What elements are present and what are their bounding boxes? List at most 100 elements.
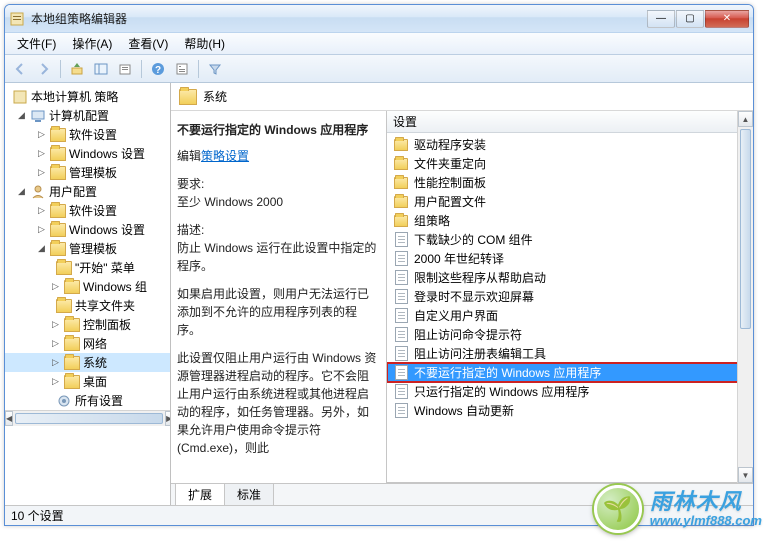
scroll-thumb[interactable]	[740, 129, 751, 329]
list-row[interactable]: 限制这些程序从帮助启动	[387, 268, 752, 287]
folder-icon	[56, 261, 72, 275]
up-button[interactable]	[66, 58, 88, 80]
list-row[interactable]: 自定义用户界面	[387, 306, 752, 325]
list-item-label: 用户配置文件	[414, 193, 486, 210]
menubar: 文件(F) 操作(A) 查看(V) 帮助(H)	[5, 33, 753, 55]
user-icon	[30, 184, 46, 200]
expander-expand-icon[interactable]: ▷	[50, 338, 61, 349]
folder-icon	[50, 166, 66, 180]
list-row[interactable]: 只运行指定的 Windows 应用程序	[387, 382, 752, 401]
list-vertical-scrollbar[interactable]: ▲ ▼	[737, 111, 753, 483]
edit-policy-link[interactable]: 策略设置	[201, 149, 249, 163]
forward-button[interactable]	[33, 58, 55, 80]
tree-horizontal-scrollbar[interactable]: ◀ ▶	[5, 410, 170, 426]
properties-button[interactable]	[171, 58, 193, 80]
list-item-label: 只运行指定的 Windows 应用程序	[414, 383, 589, 400]
list-row[interactable]: 2000 年世纪转译	[387, 249, 752, 268]
tree-cc-windows[interactable]: ▷Windows 设置	[5, 144, 170, 163]
tab-extended[interactable]: 扩展	[175, 484, 225, 506]
scroll-down-button[interactable]: ▼	[738, 467, 753, 483]
tree-root[interactable]: 本地计算机 策略	[5, 87, 170, 106]
tree-system[interactable]: ▷系统	[5, 353, 170, 372]
tree-uc-software[interactable]: ▷软件设置	[5, 201, 170, 220]
list-row[interactable]: 阻止访问命令提示符	[387, 325, 752, 344]
tree-user-config[interactable]: ◢用户配置	[5, 182, 170, 201]
list-row[interactable]: 驱动程序安装	[387, 135, 752, 154]
expander-collapse-icon[interactable]: ◢	[36, 243, 47, 254]
help-button[interactable]: ?	[147, 58, 169, 80]
folder-icon	[393, 156, 409, 172]
description-label: 描述:	[177, 221, 378, 239]
requirements-label: 要求:	[177, 175, 378, 193]
status-text: 10 个设置	[11, 507, 64, 524]
list-item-label: 下载缺少的 COM 组件	[414, 231, 533, 248]
scroll-left-button[interactable]: ◀	[5, 411, 13, 426]
minimize-button[interactable]: —	[647, 10, 675, 28]
description-p3: 此设置仅阻止用户运行由 Windows 资源管理器进程启动的程序。它不会阻止用户…	[177, 349, 378, 457]
setting-icon	[393, 384, 409, 400]
list-row[interactable]: 组策略	[387, 211, 752, 230]
folder-icon	[393, 137, 409, 153]
expander-expand-icon[interactable]: ▷	[50, 319, 61, 330]
tree-windows-components[interactable]: ▷Windows 组	[5, 277, 170, 296]
list-row[interactable]: 文件夹重定向	[387, 154, 752, 173]
list-row[interactable]: 用户配置文件	[387, 192, 752, 211]
gear-icon	[56, 393, 72, 409]
navigation-tree[interactable]: 本地计算机 策略 ◢计算机配置 ▷软件设置 ▷Windows 设置 ▷管理模板 …	[5, 83, 171, 505]
tree-shared-folders[interactable]: 共享文件夹	[5, 296, 170, 315]
tree-cc-software[interactable]: ▷软件设置	[5, 125, 170, 144]
list-row[interactable]: 性能控制面板	[387, 173, 752, 192]
list-row[interactable]: 阻止访问注册表编辑工具	[387, 344, 752, 363]
settings-list[interactable]: 设置 驱动程序安装文件夹重定向性能控制面板用户配置文件组策略下载缺少的 COM …	[386, 111, 753, 483]
tree-start-menu[interactable]: "开始" 菜单	[5, 258, 170, 277]
expander-expand-icon[interactable]: ▷	[36, 167, 47, 178]
menu-file[interactable]: 文件(F)	[9, 33, 64, 54]
back-button[interactable]	[9, 58, 31, 80]
list-row[interactable]: Windows 自动更新	[387, 401, 752, 420]
list-row[interactable]: 下载缺少的 COM 组件	[387, 230, 752, 249]
tab-standard[interactable]: 标准	[224, 484, 274, 506]
tree-uc-admin[interactable]: ◢管理模板	[5, 239, 170, 258]
scroll-thumb[interactable]	[15, 413, 163, 424]
scroll-up-button[interactable]: ▲	[738, 111, 753, 127]
tree-desktop[interactable]: ▷桌面	[5, 372, 170, 391]
folder-icon	[50, 204, 66, 218]
expander-collapse-icon[interactable]: ◢	[16, 186, 27, 197]
expander-expand-icon[interactable]: ▷	[50, 357, 61, 368]
list-item-label: 阻止访问命令提示符	[414, 326, 522, 343]
menu-view[interactable]: 查看(V)	[120, 33, 176, 54]
expander-expand-icon[interactable]: ▷	[50, 281, 61, 292]
tree-cc-admin[interactable]: ▷管理模板	[5, 163, 170, 182]
tree-network[interactable]: ▷网络	[5, 334, 170, 353]
list-row[interactable]: 登录时不显示欢迎屏幕	[387, 287, 752, 306]
tree-all-settings[interactable]: 所有设置	[5, 391, 170, 410]
content-header: 系统	[171, 83, 753, 111]
close-button[interactable]: ✕	[705, 10, 749, 28]
tree-control-panel[interactable]: ▷控制面板	[5, 315, 170, 334]
toolbar: ?	[5, 55, 753, 83]
expander-expand-icon[interactable]: ▷	[36, 148, 47, 159]
maximize-button[interactable]: ▢	[676, 10, 704, 28]
folder-icon	[56, 299, 72, 313]
filter-button[interactable]	[204, 58, 226, 80]
separator	[60, 60, 61, 78]
folder-icon	[393, 213, 409, 229]
list-row[interactable]: 不要运行指定的 Windows 应用程序	[387, 363, 752, 382]
expander-expand-icon[interactable]: ▷	[36, 224, 47, 235]
expander-expand-icon[interactable]: ▷	[36, 205, 47, 216]
folder-icon	[50, 223, 66, 237]
export-button[interactable]	[114, 58, 136, 80]
show-tree-button[interactable]	[90, 58, 112, 80]
list-item-label: 驱动程序安装	[414, 136, 486, 153]
expander-expand-icon[interactable]: ▷	[50, 376, 61, 387]
expander-collapse-icon[interactable]: ◢	[16, 110, 27, 121]
list-item-label: 自定义用户界面	[414, 307, 498, 324]
tree-computer-config[interactable]: ◢计算机配置	[5, 106, 170, 125]
tree-uc-windows[interactable]: ▷Windows 设置	[5, 220, 170, 239]
menu-action[interactable]: 操作(A)	[64, 33, 120, 54]
menu-help[interactable]: 帮助(H)	[176, 33, 233, 54]
setting-icon	[393, 365, 409, 381]
folder-icon	[393, 194, 409, 210]
column-header[interactable]: 设置	[387, 111, 752, 133]
expander-expand-icon[interactable]: ▷	[36, 129, 47, 140]
